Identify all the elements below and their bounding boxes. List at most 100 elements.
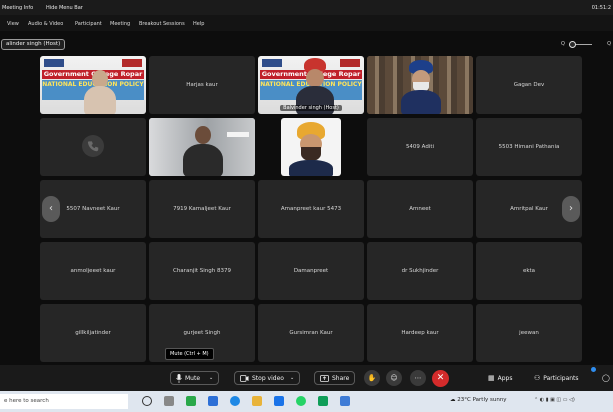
tray-icons: ⌃ ◐ ▮ ▣ ◫ ▭ ◁) (534, 397, 575, 403)
video-tile-man-office[interactable] (149, 118, 255, 176)
more-options-icon[interactable]: ⋯ (410, 370, 426, 386)
chat-icon: ◯ (602, 374, 610, 382)
taskbar-search-box[interactable]: e here to search (0, 394, 128, 409)
app-blue-icon[interactable] (208, 396, 218, 406)
menu-view[interactable]: View (7, 21, 19, 27)
mute-button[interactable]: Mute ⌄ (170, 371, 220, 385)
participant-tile[interactable]: Gursimran Kaur (258, 304, 364, 362)
app-active-icon[interactable] (340, 396, 350, 406)
windows-taskbar: e here to search ☁ 23°C Partly sunny ⌃ ◐… (0, 391, 613, 412)
zoom-control[interactable]: Q Q (561, 40, 611, 49)
chevron-down-icon[interactable]: ⌄ (290, 375, 294, 381)
participant-name: dr Sukhjinder (401, 268, 439, 274)
next-page-arrow-icon[interactable]: › (562, 196, 580, 222)
mute-label: Mute (185, 374, 201, 382)
cortana-icon[interactable] (142, 396, 152, 406)
participant-tile[interactable]: Hardeep kaur (367, 304, 473, 362)
mail-icon[interactable] (274, 396, 284, 406)
participant-name: Hardeep kaur (401, 330, 439, 336)
hide-menu-bar-link[interactable]: Hide Menu Bar (46, 5, 83, 11)
raise-hand-icon[interactable]: ✋ (364, 370, 380, 386)
participant-name: gillkiljatinder (75, 330, 111, 336)
participant-tile[interactable]: Damanpreet (258, 242, 364, 300)
participant-name: gurjeet Singh (183, 330, 221, 336)
chevron-down-icon[interactable]: ⌄ (209, 375, 213, 381)
participant-tile[interactable]: anmoljeeet kaur (40, 242, 146, 300)
weather-icon: ☁ (450, 397, 456, 403)
previous-page-arrow-icon[interactable]: ‹ (42, 196, 60, 222)
avatar (82, 135, 104, 157)
participant-name: 5409 Aditi (405, 144, 435, 150)
participant-tile-no-video[interactable] (40, 118, 146, 176)
menu-audio-video[interactable]: Audio & Video (28, 21, 63, 27)
participant-name: Amanpreet kaur 5473 (280, 206, 342, 212)
weather-widget[interactable]: ☁ 23°C Partly sunny (450, 397, 507, 403)
apps-button[interactable]: ▦ Apps (488, 371, 512, 385)
chat-button[interactable]: ◯ (602, 371, 610, 385)
reactions-icon[interactable]: ☺ (386, 370, 402, 386)
webex-meeting-window: Meeting Info Hide Menu Bar 01:51:2 View … (0, 0, 613, 412)
menu-help[interactable]: Help (193, 21, 204, 27)
participant-name: Gursimran Kaur (289, 330, 333, 336)
system-tray[interactable]: ⌃ ◐ ▮ ▣ ◫ ▭ ◁) (534, 397, 575, 403)
host-name-pill[interactable]: alinder singh (Host) (1, 39, 66, 50)
video-tile-banner-1[interactable]: Government College Ropar NATIONAL EDUCAT… (40, 56, 146, 114)
participant-tile[interactable]: dr Sukhjinder (367, 242, 473, 300)
person-head (306, 69, 324, 87)
person-icon: ⚇ (534, 374, 541, 382)
person-body (401, 90, 441, 114)
participant-name: Charanjit Singh 8379 (172, 268, 231, 274)
banner-image: Government College Ropar NATIONAL EDUCAT… (40, 56, 146, 114)
share-screen-icon (320, 374, 329, 382)
menu-participant[interactable]: Participant (75, 21, 102, 27)
share-button[interactable]: Share (314, 371, 356, 385)
video-tile-sikh-photo[interactable] (281, 118, 341, 176)
participant-tile[interactable]: jeewan (476, 304, 582, 362)
video-tile-host[interactable]: Government College Ropar NATIONAL EDUCAT… (258, 56, 364, 114)
edge-browser-icon[interactable] (230, 396, 240, 406)
meeting-controls-toolbar: Mute ⌄ Stop video ⌄ Share ✋ ☺ ⋯ ✕ ▦ Apps… (0, 365, 613, 391)
participant-tile[interactable]: 5503 Himani Pathania (476, 118, 582, 176)
webex-icon[interactable] (318, 396, 328, 406)
person-body (84, 86, 116, 114)
share-label: Share (332, 374, 350, 382)
title-bar: Meeting Info Hide Menu Bar 01:51:2 (0, 0, 613, 15)
participant-name: Gagan Dev (513, 82, 545, 88)
task-view-icon[interactable] (164, 396, 174, 406)
participant-tile[interactable]: 5409 Aditi (367, 118, 473, 176)
zoom-in-icon[interactable]: Q (607, 41, 611, 47)
participant-name: 5503 Himani Pathania (498, 144, 560, 150)
nep-logo-icon (340, 59, 360, 67)
participant-name: Amneet (409, 206, 431, 212)
video-tile-sikh-man[interactable] (367, 56, 473, 114)
person-body (289, 160, 333, 176)
participant-name: anmoljeeet kaur (70, 268, 116, 274)
meeting-info-link[interactable]: Meeting Info (2, 5, 33, 11)
whatsapp-icon[interactable] (296, 396, 306, 406)
participants-button[interactable]: ⚇ Participants (534, 371, 579, 385)
stop-video-label: Stop video (252, 374, 284, 382)
video-camera-icon (240, 374, 249, 382)
menu-breakout-sessions[interactable]: Breakout Sessions (139, 21, 185, 27)
participant-tile[interactable]: Amneet (367, 180, 473, 238)
zoom-out-icon[interactable]: Q (561, 41, 565, 47)
file-explorer-icon[interactable] (252, 396, 262, 406)
participant-tile[interactable]: Charanjit Singh 8379 (149, 242, 255, 300)
nep-logo-icon (122, 59, 142, 67)
apps-grid-icon: ▦ (488, 374, 495, 382)
participant-grid: Government College Ropar NATIONAL EDUCAT… (0, 56, 613, 362)
meeting-timer: 01:51:2 (591, 5, 611, 11)
stop-video-button[interactable]: Stop video ⌄ (234, 371, 301, 385)
participant-tile[interactable]: Amanpreet kaur 5473 (258, 180, 364, 238)
participant-tile[interactable]: Gagan Dev (476, 56, 582, 114)
participant-name: ekta (522, 268, 536, 274)
app-green-icon[interactable] (186, 396, 196, 406)
menu-meeting[interactable]: Meeting (110, 21, 130, 27)
participant-tile[interactable]: 7919 Kamaljeet Kaur (149, 180, 255, 238)
end-meeting-button[interactable]: ✕ (432, 370, 449, 387)
participant-tile[interactable]: Harjas kaur (149, 56, 255, 114)
participant-tile[interactable]: gillkiljatinder (40, 304, 146, 362)
participant-tile[interactable]: ekta (476, 242, 582, 300)
zoom-slider-knob[interactable] (569, 41, 576, 48)
participant-name: 7919 Kamaljeet Kaur (173, 206, 231, 212)
